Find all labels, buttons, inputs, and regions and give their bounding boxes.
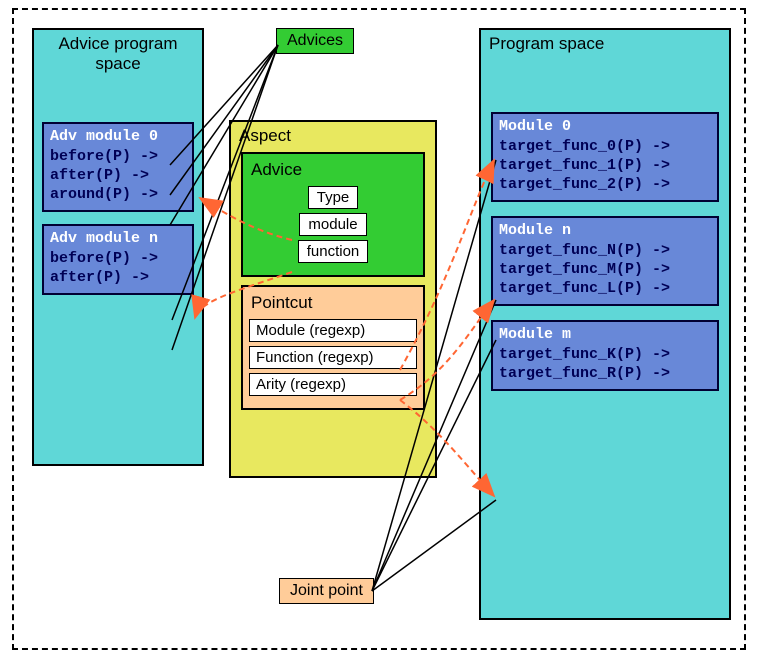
code-line: target_func_0(P) ->: [493, 137, 717, 156]
code-line: target_func_1(P) ->: [493, 156, 717, 175]
adv-mod-0-title: Adv module 0: [44, 126, 192, 147]
pointcut-box: Pointcut Module (regexp) Function (regex…: [241, 285, 425, 410]
module-m: Module m target_func_K(P) -> target_func…: [491, 320, 719, 391]
code-line: before(P) ->: [44, 249, 192, 268]
code-line: target_func_2(P) ->: [493, 175, 717, 194]
code-line: target_func_N(P) ->: [493, 241, 717, 260]
mod-n-title: Module n: [493, 220, 717, 241]
module-n: Module n target_func_N(P) -> target_func…: [491, 216, 719, 306]
adv-module-n: Adv module n before(P) -> after(P) ->: [42, 224, 194, 295]
module-0: Module 0 target_func_0(P) -> target_func…: [491, 112, 719, 202]
adv-module-0: Adv module 0 before(P) -> after(P) -> ar…: [42, 122, 194, 212]
code-line: around(P) ->: [44, 185, 192, 204]
advice-function: function: [298, 240, 369, 263]
pointcut-module: Module (regexp): [249, 319, 417, 342]
code-line: before(P) ->: [44, 147, 192, 166]
aspect-title: Aspect: [231, 122, 435, 150]
program-space: Program space Module 0 target_func_0(P) …: [479, 28, 731, 620]
code-line: after(P) ->: [44, 166, 192, 185]
program-space-title: Program space: [481, 30, 729, 58]
advice-type: Type: [308, 186, 359, 209]
adv-mod-n-title: Adv module n: [44, 228, 192, 249]
mod-m-title: Module m: [493, 324, 717, 345]
mod-0-title: Module 0: [493, 116, 717, 137]
advice-box-title: Advice: [243, 158, 423, 182]
code-line: after(P) ->: [44, 268, 192, 287]
aspect-box: Aspect Advice Type module function Point…: [229, 120, 437, 478]
code-line: target_func_M(P) ->: [493, 260, 717, 279]
advice-module: module: [299, 213, 366, 236]
code-line: target_func_R(P) ->: [493, 364, 717, 383]
code-line: target_func_K(P) ->: [493, 345, 717, 364]
diagram-canvas: Advice program space Adv module 0 before…: [0, 0, 757, 657]
code-line: target_func_L(P) ->: [493, 279, 717, 298]
advice-box: Advice Type module function: [241, 152, 425, 277]
joint-point-label: Joint point: [279, 578, 374, 604]
advice-space-title: Advice program space: [34, 30, 202, 78]
pointcut-function: Function (regexp): [249, 346, 417, 369]
advice-program-space: Advice program space Adv module 0 before…: [32, 28, 204, 466]
pointcut-title: Pointcut: [243, 291, 423, 315]
advices-label: Advices: [276, 28, 354, 54]
pointcut-arity: Arity (regexp): [249, 373, 417, 396]
